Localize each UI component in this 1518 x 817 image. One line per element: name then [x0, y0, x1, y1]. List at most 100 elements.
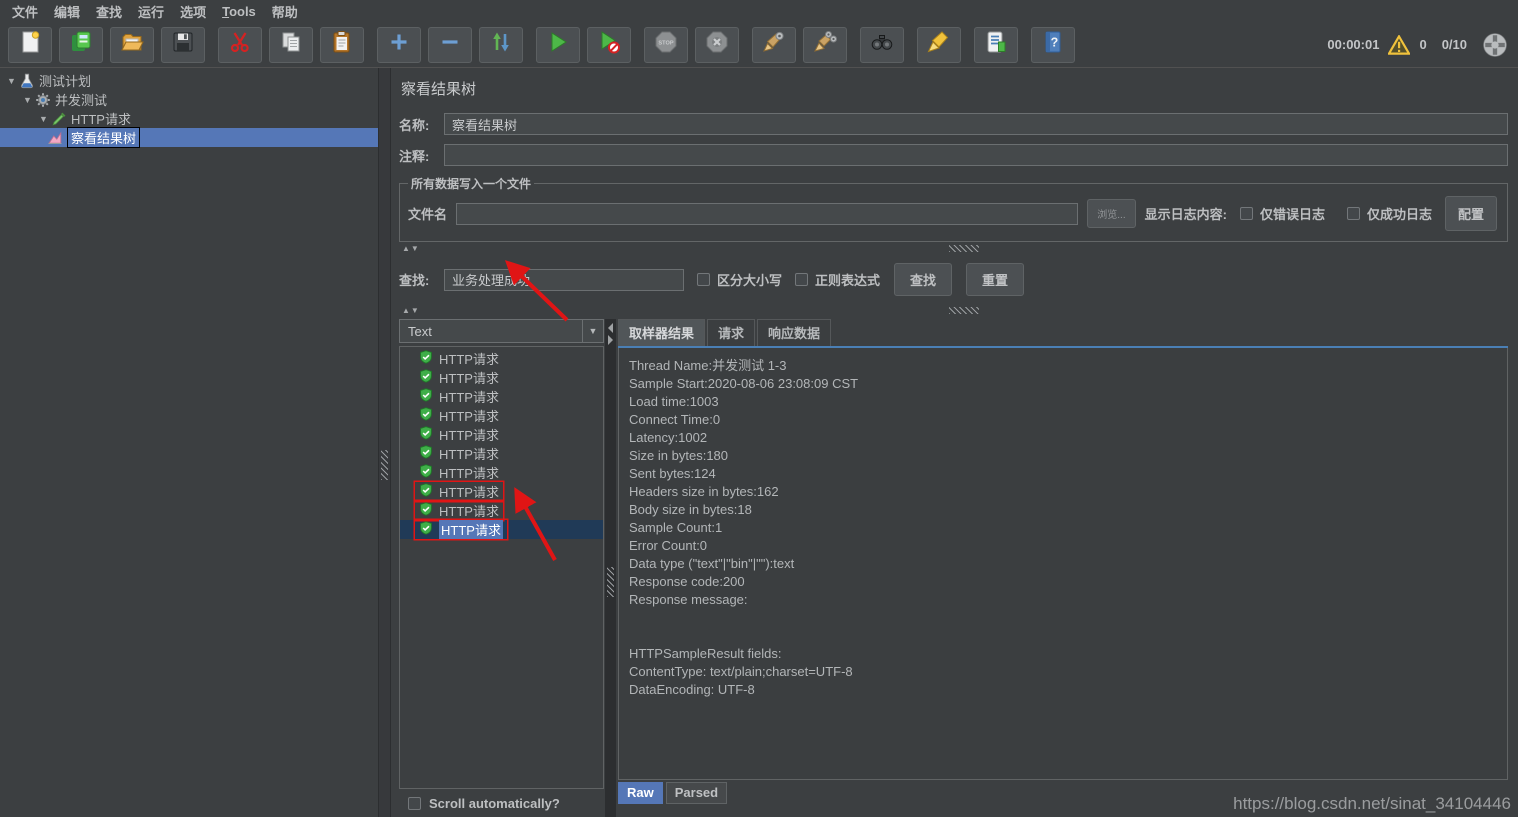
splitter-grip[interactable] [607, 567, 614, 597]
success-only-checkbox[interactable] [1347, 207, 1360, 220]
display-log-label: 显示日志内容: [1145, 204, 1227, 223]
cut-button[interactable] [218, 27, 262, 63]
splitter-collapse-arrows[interactable]: ▲▼ [402, 306, 420, 315]
clear-all-button[interactable] [803, 27, 847, 63]
find-button[interactable]: 查找 [894, 263, 952, 296]
results-splitter[interactable] [605, 319, 616, 817]
result-item[interactable]: HTTP请求 [400, 463, 603, 482]
open-file-button[interactable] [110, 27, 154, 63]
results-tree-icon [47, 130, 63, 146]
results-area: Text ▼ HTTP请求HTTP请求HTTP请求HTTP请求HTTP请求HTT… [399, 319, 1508, 817]
sampler-icon [51, 111, 67, 127]
new-file-button[interactable] [8, 27, 52, 63]
collapse-right-icon[interactable] [608, 335, 613, 345]
result-item[interactable]: HTTP请求 [400, 406, 603, 425]
paste-button[interactable] [320, 27, 364, 63]
start-button[interactable] [536, 27, 580, 63]
clear-button[interactable] [752, 27, 796, 63]
case-sensitive-checkbox[interactable] [697, 273, 710, 286]
stop-icon: STOP [654, 30, 678, 59]
tab-请求[interactable]: 请求 [707, 319, 755, 346]
shield-success-icon [419, 407, 433, 424]
sampler-result-line: Response code:200 [629, 573, 1497, 591]
tree-node-HTTP请求[interactable]: ▼HTTP请求 [0, 109, 378, 128]
case-sensitive-option: 区分大小写 [697, 270, 782, 289]
menu-item-编辑[interactable]: 编辑 [46, 1, 88, 22]
thread-count: 0/10 [1442, 37, 1467, 52]
splitter-grip[interactable] [949, 307, 979, 314]
splitter-collapse-arrows[interactable]: ▲▼ [402, 244, 420, 253]
name-input[interactable] [444, 113, 1508, 135]
toolbar-group [974, 27, 1018, 63]
horizontal-splitter[interactable]: ▲▼ [399, 305, 1508, 316]
tab-取样器结果[interactable]: 取样器结果 [618, 319, 705, 346]
menu-item-文件[interactable]: 文件 [4, 1, 46, 22]
tree-node-label: 察看结果树 [67, 127, 140, 148]
stop-button[interactable]: STOP [644, 27, 688, 63]
warning-icon[interactable] [1388, 35, 1410, 55]
tree-expand-icon[interactable]: ▼ [5, 76, 18, 86]
start-no-timers-button[interactable] [587, 27, 631, 63]
errors-only-option: 仅错误日志 [1240, 204, 1325, 223]
splitter-grip[interactable] [949, 245, 979, 252]
menu-item-帮助[interactable]: 帮助 [264, 1, 306, 22]
result-item-label: HTTP请求 [439, 501, 499, 520]
remove-button[interactable] [428, 27, 472, 63]
sampler-result-line: Connect Time:0 [629, 411, 1497, 429]
add-button[interactable] [377, 27, 421, 63]
horizontal-splitter[interactable]: ▲▼ [399, 243, 1508, 254]
clear-search-button[interactable] [917, 27, 961, 63]
copy-button[interactable] [269, 27, 313, 63]
tree-expand-icon[interactable]: ▼ [21, 95, 34, 105]
help-button[interactable]: ? [1031, 27, 1075, 63]
splitter-grip[interactable] [381, 450, 388, 480]
filename-input[interactable] [456, 203, 1078, 225]
menu-item-运行[interactable]: 运行 [130, 1, 172, 22]
result-item[interactable]: HTTP请求 [400, 520, 603, 539]
menu-item-查找[interactable]: 查找 [88, 1, 130, 22]
chevron-down-icon[interactable]: ▼ [582, 320, 603, 342]
tree-expand-icon[interactable]: ▼ [37, 114, 50, 124]
view-mode-dropdown[interactable]: Text ▼ [399, 319, 604, 343]
result-item[interactable]: HTTP请求 [400, 349, 603, 368]
tree-node-并发测试[interactable]: ▼并发测试 [0, 90, 378, 109]
result-item[interactable]: HTTP请求 [400, 368, 603, 387]
result-item-cell: HTTP请求 [415, 368, 503, 387]
scroll-auto-checkbox[interactable] [408, 797, 421, 810]
result-item[interactable]: HTTP请求 [400, 444, 603, 463]
search-button[interactable] [860, 27, 904, 63]
tab-响应数据[interactable]: 响应数据 [757, 319, 831, 346]
toggle-button[interactable] [479, 27, 523, 63]
result-item[interactable]: HTTP请求 [400, 501, 603, 520]
menu-item-选项[interactable]: 选项 [172, 1, 214, 22]
view-mode-value: Text [408, 324, 432, 339]
shutdown-button[interactable] [695, 27, 739, 63]
collapse-left-icon[interactable] [608, 323, 613, 333]
configure-button[interactable]: 配置 [1445, 196, 1497, 231]
browse-button[interactable]: 浏览... [1087, 199, 1135, 228]
result-item[interactable]: HTTP请求 [400, 482, 603, 501]
main-splitter[interactable] [378, 68, 391, 817]
sample-detail-pane: 取样器结果请求响应数据 Thread Name:并发测试 1-3Sample S… [618, 319, 1508, 817]
save-button[interactable] [161, 27, 205, 63]
tree-node-测试计划[interactable]: ▼测试计划 [0, 71, 378, 90]
reset-button[interactable]: 重置 [966, 263, 1024, 296]
result-item-cell: HTTP请求 [415, 406, 503, 425]
sampler-result-line: Data type ("text"|"bin"|""):text [629, 555, 1497, 573]
errors-only-checkbox[interactable] [1240, 207, 1253, 220]
result-item[interactable]: HTTP请求 [400, 425, 603, 444]
render-tab-raw[interactable]: Raw [618, 782, 663, 804]
result-item-cell: HTTP请求 [415, 444, 503, 463]
search-row: 查找: 区分大小写 正则表达式 查找 重置 [399, 263, 1508, 296]
render-tab-parsed[interactable]: Parsed [666, 782, 727, 804]
function-helper-button[interactable] [974, 27, 1018, 63]
search-input[interactable] [444, 269, 684, 291]
add-icon [387, 30, 411, 59]
regexp-checkbox[interactable] [795, 273, 808, 286]
clear-search-icon [927, 30, 951, 59]
menu-item-Tools[interactable]: Tools [214, 3, 264, 20]
result-item[interactable]: HTTP请求 [400, 387, 603, 406]
comment-input[interactable] [444, 144, 1508, 166]
templates-button[interactable] [59, 27, 103, 63]
tree-node-察看结果树[interactable]: 察看结果树 [0, 128, 378, 147]
